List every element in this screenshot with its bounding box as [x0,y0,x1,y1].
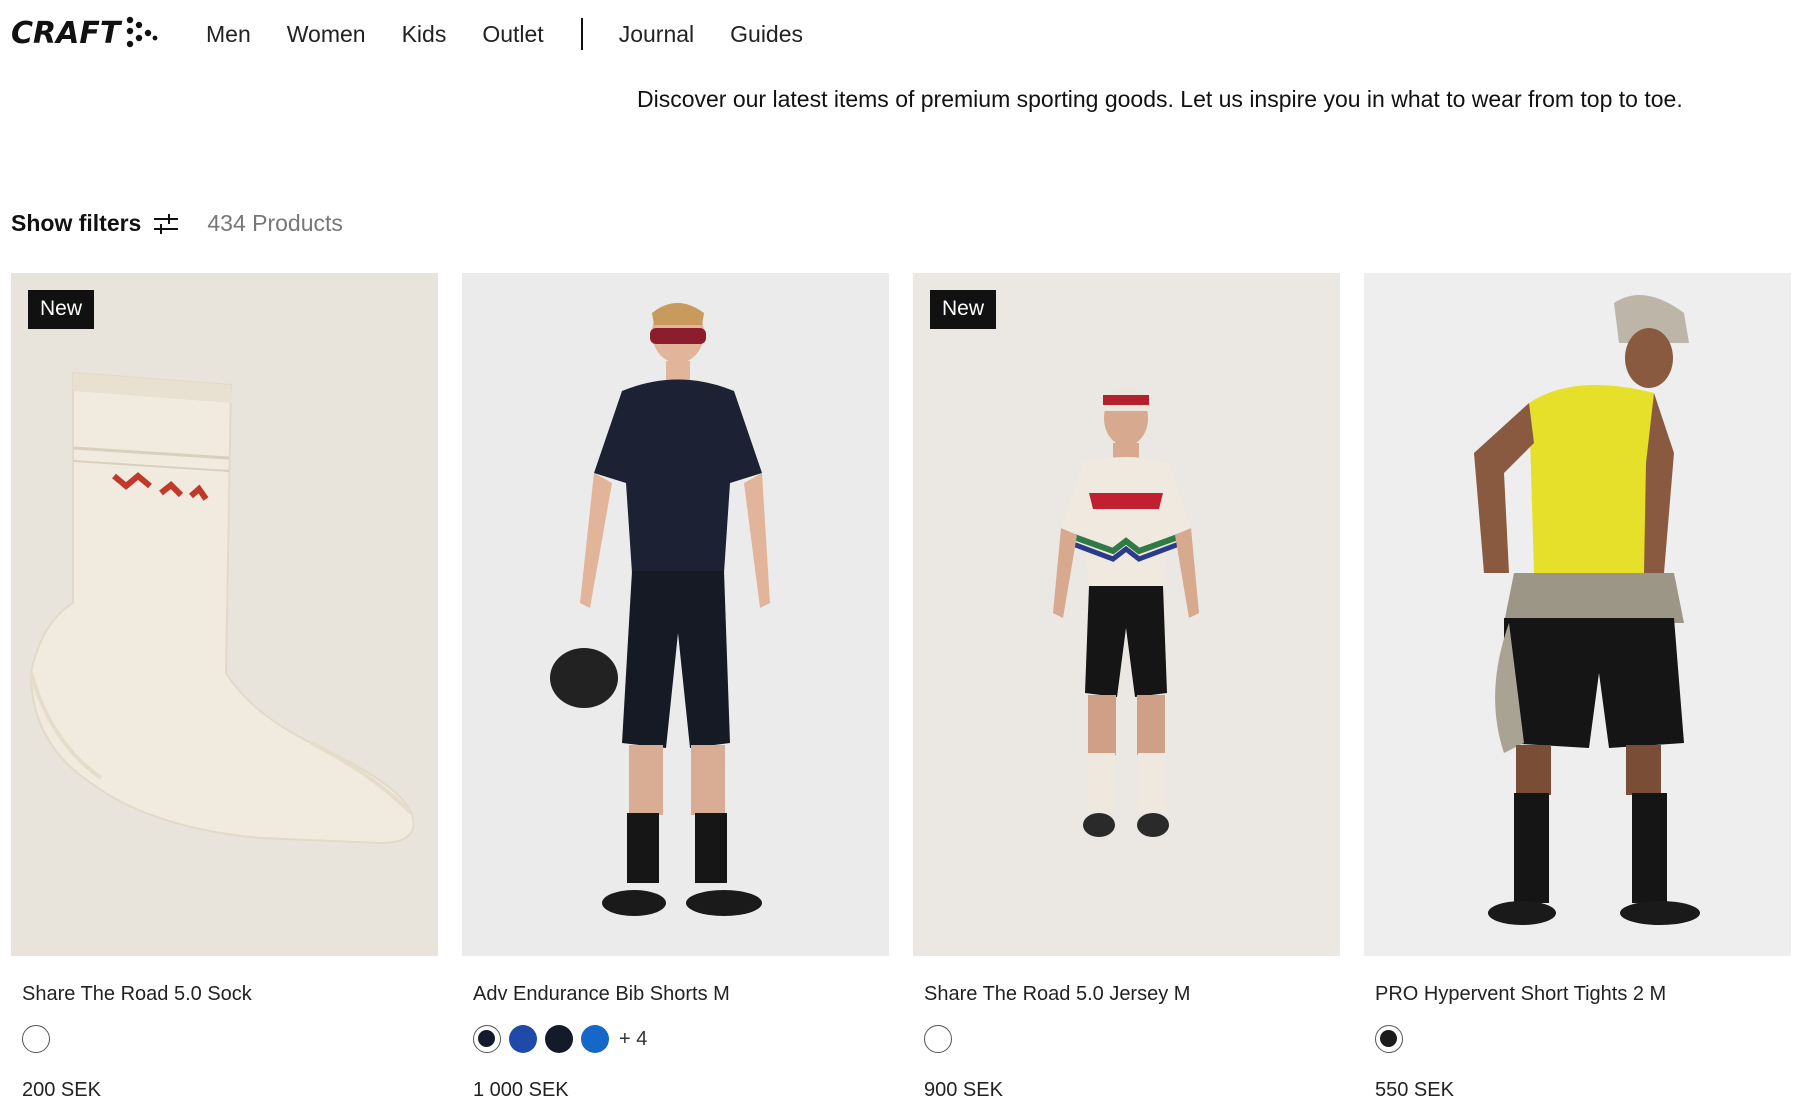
product-price: 1 000 SEK [473,1079,569,1101]
product-price: 550 SEK [1375,1079,1454,1101]
category-intro: Discover our latest items of premium spo… [637,86,1683,112]
more-colors-link[interactable]: + 4 [619,1028,647,1051]
product-image-tights[interactable] [1364,273,1791,956]
main-nav: Men Women Kids Outlet Journal Guides [206,18,839,50]
product-card[interactable]: New Share The Road 5.0 Sock 200 SEK [11,273,438,1102]
sock-illustration [11,273,438,956]
nav-divider [580,18,583,50]
new-badge: New [28,290,95,329]
site-header: CRAFT Men Women Kids Outlet Journal Guid… [0,0,1800,70]
color-swatch[interactable] [22,1025,50,1053]
jersey-model-illustration [913,273,1340,956]
brand-name: CRAFT [11,15,121,51]
cyclist-illustration [462,273,889,956]
product-image-bib-shorts[interactable] [462,273,889,956]
product-grid: New Share The Road 5.0 Sock 200 SEK Adv … [11,273,1791,1102]
product-count: 434 Products [207,210,343,236]
show-filters-label: Show filters [11,210,142,236]
nav-item-journal[interactable]: Journal [619,21,694,48]
product-name[interactable]: Share The Road 5.0 Sock [22,983,438,1006]
nav-item-women[interactable]: Women [287,21,366,48]
product-price: 900 SEK [924,1079,1003,1101]
product-card[interactable]: PRO Hypervent Short Tights 2 M 550 SEK [1364,273,1791,1102]
color-swatch[interactable] [1375,1025,1403,1053]
product-image-jersey[interactable]: New [913,273,1340,956]
color-swatch[interactable] [509,1025,537,1053]
color-swatches: + 4 [473,1024,889,1054]
product-name[interactable]: Share The Road 5.0 Jersey M [924,983,1340,1006]
color-swatch[interactable] [545,1025,573,1053]
product-price: 200 SEK [22,1079,101,1101]
product-name[interactable]: Adv Endurance Bib Shorts M [473,983,889,1006]
color-swatch[interactable] [473,1025,501,1053]
show-filters-button[interactable]: Show filters [11,210,179,237]
product-card[interactable]: Adv Endurance Bib Shorts M + 4 1 000 SEK [462,273,889,1102]
nav-item-outlet[interactable]: Outlet [482,21,543,48]
runner-illustration [1364,273,1791,956]
brand-dots-icon [127,16,158,48]
nav-item-men[interactable]: Men [206,21,251,48]
product-card[interactable]: New Share The Road 5.0 Jersey M 900 SEK [913,273,1340,1102]
nav-item-guides[interactable]: Guides [730,21,803,48]
product-name[interactable]: PRO Hypervent Short Tights 2 M [1375,983,1791,1006]
color-swatches [1375,1024,1791,1054]
listing-toolbar: Show filters 434 Products [11,210,343,237]
nav-item-kids[interactable]: Kids [402,21,447,48]
brand-logo[interactable]: CRAFT [11,14,158,52]
color-swatches [22,1024,438,1054]
color-swatch[interactable] [581,1025,609,1053]
sliders-icon [154,213,179,234]
product-image-sock[interactable]: New [11,273,438,956]
color-swatches [924,1024,1340,1054]
new-badge: New [930,290,997,329]
color-swatch[interactable] [924,1025,952,1053]
